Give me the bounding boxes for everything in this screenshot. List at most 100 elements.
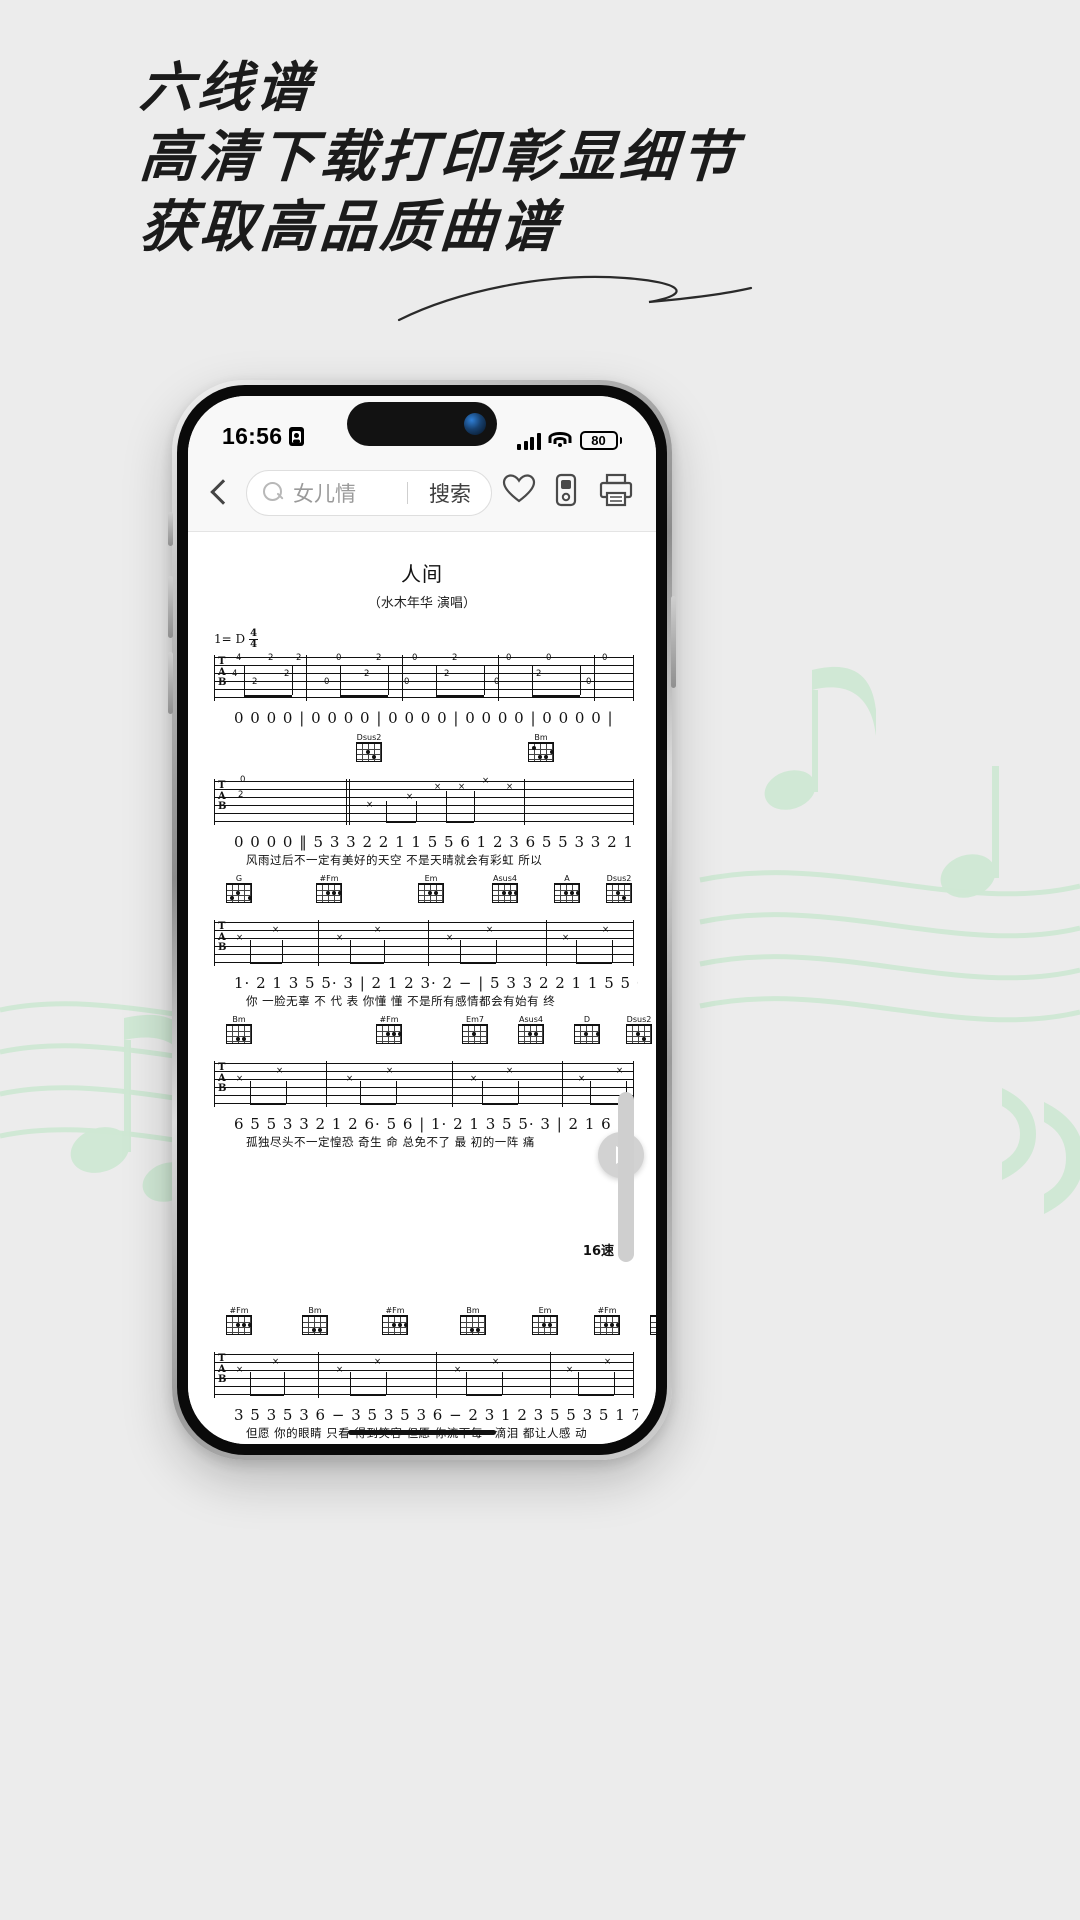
chord-diagram xyxy=(606,883,632,903)
chord-diagram xyxy=(574,1024,600,1044)
chord-diagram xyxy=(316,883,342,903)
printer-icon[interactable] xyxy=(598,473,636,513)
time-sig-numerator: 4 xyxy=(249,628,259,640)
phone-mockup: 16:56 80 女儿情 搜索 人间 （水木年华 演唱） 1= D 4 4 T … xyxy=(172,380,672,1460)
numbered-notation-4: 6 5 5 3 3 2 1 2 6· 5 6 | 1· 2 1 3 5 5· 3… xyxy=(234,1115,638,1133)
chord-diagram xyxy=(460,1315,486,1335)
volume-down-button[interactable] xyxy=(168,652,173,714)
battery-level: 80 xyxy=(591,433,606,448)
tab-staff: TAB 4 2 2 0 2 0 2 0 0 0 4 2 2 0 2 0 2 0 … xyxy=(206,654,638,701)
chord-diagram xyxy=(418,883,444,903)
chord-name: #Fm xyxy=(229,1306,249,1315)
chord-diagram xyxy=(226,1024,252,1044)
tab-system-2: Dsus2 Bm T A B 0 2 × × × × × × 0 0 0 0 ‖… xyxy=(206,733,638,868)
chord-diagram xyxy=(356,742,382,762)
search-input[interactable]: 女儿情 搜索 xyxy=(246,469,492,516)
power-button[interactable] xyxy=(671,596,676,688)
headline-line-2: 高清下载打印彰显细节 xyxy=(137,124,743,190)
promo-headline: 六线谱 高清下载打印彰显细节 获取高品质曲谱 xyxy=(137,52,743,262)
chord-name: #Fm xyxy=(385,1306,405,1315)
status-bar-right: 80 xyxy=(517,431,622,450)
chord-diagram xyxy=(492,883,518,903)
battery-icon: 80 xyxy=(579,431,622,450)
tab-clef: TAB xyxy=(218,780,227,812)
search-navbar: 女儿情 搜索 xyxy=(188,454,656,532)
phone-bezel: 16:56 80 女儿情 搜索 人间 （水木年华 演唱） 1= D 4 4 T … xyxy=(177,385,667,1455)
promo-page: 六线谱 高清下载打印彰显细节 获取高品质曲谱 16:56 80 女儿情 搜索 人… xyxy=(0,0,1080,1920)
chord-name: G xyxy=(235,874,243,883)
headline-line-1: 六线谱 xyxy=(137,55,317,119)
chord-name: Asus4 xyxy=(493,874,517,883)
dynamic-island xyxy=(347,402,497,446)
tab-clef: TAB xyxy=(218,1062,227,1094)
numbered-notation-2: 0 0 0 0 ‖ 5 3 3 2 2 1 1 5 5 6 1 2 3 6 5 … xyxy=(234,833,638,851)
volume-up-button[interactable] xyxy=(168,576,173,638)
playback-controls: 16速 xyxy=(583,1092,644,1262)
chevron-left-icon[interactable] xyxy=(202,473,236,513)
tab-system-5: #Fm Bm #Fm Bm Em #Fm T A B × × × × × × ×… xyxy=(206,1306,656,1441)
chord-name: #Fm xyxy=(597,1306,617,1315)
chord-diagram xyxy=(594,1315,620,1335)
tab-staff: TAB × × × × × × × × xyxy=(206,920,638,966)
chord-diagram xyxy=(650,1315,656,1335)
chord-diagram xyxy=(376,1024,402,1044)
chord-diagram xyxy=(462,1024,488,1044)
chord-name: Bm xyxy=(308,1306,322,1315)
chord-diagram xyxy=(532,1315,558,1335)
time-sig-denominator: 4 xyxy=(250,638,258,650)
tab-system-3: G #Fm Em Asus4 A Dsus2 T A B × × × × × ×… xyxy=(206,874,638,1009)
lyric-line-2: 你 一脸无辜 不 代 表 你懂 懂 不是所有感情都会有始有 终 xyxy=(246,994,556,1008)
search-placeholder: 女儿情 xyxy=(293,482,356,506)
song-artist: （水木年华 演唱） xyxy=(367,596,477,611)
chord-name: Dsus2 xyxy=(626,1015,652,1024)
chord-diagram xyxy=(226,883,252,903)
chord-name: Dsus2 xyxy=(606,874,632,883)
speed-slider[interactable] xyxy=(618,1092,634,1262)
tab-staff: TAB × × × × × × × × xyxy=(206,1352,638,1398)
status-bar: 16:56 80 xyxy=(188,396,656,454)
chord-diagram-row-4: #Fm Bm #Fm Bm Em #Fm xyxy=(206,1306,656,1346)
chord-diagram xyxy=(554,883,580,903)
song-title: 人间 xyxy=(401,562,443,586)
status-time: 16:56 xyxy=(222,423,283,449)
sheet-music-view[interactable]: 人间 （水木年华 演唱） 1= D 4 4 T A B 4 2 2 0 2 0 … xyxy=(188,532,656,1444)
chord-diagram xyxy=(528,742,554,762)
chord-diagram xyxy=(382,1315,408,1335)
tab-system-4: Bm #Fm Em7 Asus4 D Dsus2 T A B × × × × ×… xyxy=(206,1015,652,1150)
tab-staff-lines xyxy=(214,779,634,825)
wifi-icon xyxy=(548,432,572,449)
status-bar-left: 16:56 xyxy=(222,423,305,450)
chord-diagram-row-1: Dsus2 Bm xyxy=(206,733,638,773)
front-camera-icon xyxy=(464,413,486,435)
silent-switch[interactable] xyxy=(168,512,173,546)
capo-tool-icon[interactable] xyxy=(550,473,588,513)
search-divider xyxy=(406,481,408,504)
lyric-line-1: 风雨过后不一定有美好的天空 不是天晴就会有彩虹 所以 xyxy=(246,853,543,867)
cellular-signal-icon xyxy=(517,432,541,450)
time-signature: 4 4 xyxy=(249,628,259,650)
tab-clef: TAB xyxy=(218,656,227,688)
numbered-notation-1: 0 0 0 0 | 0 0 0 0 | 0 0 0 0 | 0 0 0 0 | … xyxy=(234,709,614,727)
chord-name: Asus4 xyxy=(519,1015,543,1024)
speed-label: 16速 xyxy=(582,1244,614,1259)
home-indicator xyxy=(348,1430,496,1435)
chord-diagram-row-2: G #Fm Em Asus4 A Dsus2 xyxy=(206,874,638,914)
chord-name: Em xyxy=(424,874,438,883)
chord-name: D xyxy=(583,1015,591,1024)
lyric-line-3: 孤独尽头不一定惶恐 奇生 命 总免不了 最 初的一阵 痛 xyxy=(246,1135,535,1149)
chord-diagram xyxy=(226,1315,252,1335)
id-card-icon xyxy=(289,427,305,446)
numbered-notation-3: 1· 2 1 3 5 5· 3 | 2 1 2 3· 2 − | 5 3 3 2… xyxy=(234,974,638,992)
tab-staff: TAB × × × × × × × × xyxy=(206,1061,638,1107)
chord-name: Bm xyxy=(534,733,548,742)
chord-name: #Fm xyxy=(319,874,339,883)
tab-clef: TAB xyxy=(218,921,227,953)
key-label: 1= D xyxy=(214,632,246,646)
heart-icon[interactable] xyxy=(502,473,540,513)
chord-diagram xyxy=(626,1024,652,1044)
chord-diagram-row-3: Bm #Fm Em7 Asus4 D Dsus2 xyxy=(206,1015,652,1055)
chord-name: Bm xyxy=(466,1306,480,1315)
search-submit-button[interactable]: 搜索 xyxy=(417,478,485,508)
numbered-notation-5: 3 5 3 5 3 6 − 3 5 3 5 3 6 − 2 3 1 2 3 5 … xyxy=(234,1406,638,1424)
decorative-swoosh xyxy=(397,275,753,322)
